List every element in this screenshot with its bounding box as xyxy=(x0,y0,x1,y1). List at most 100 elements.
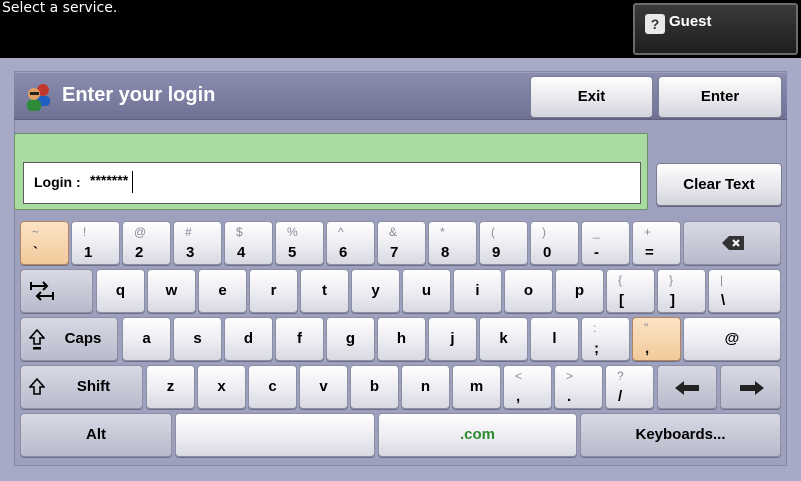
clear-text-button[interactable]: Clear Text xyxy=(656,163,782,206)
key-shift-char: } xyxy=(669,273,674,287)
key-7[interactable]: & 7 xyxy=(377,221,426,265)
key-r[interactable]: r xyxy=(249,269,298,313)
key-at[interactable]: @ xyxy=(683,317,781,361)
key-m[interactable]: m xyxy=(452,365,501,409)
caps-lock-icon xyxy=(29,329,45,350)
key-f[interactable]: f xyxy=(275,317,324,361)
key-b[interactable]: b xyxy=(350,365,399,409)
key-8[interactable]: * 8 xyxy=(428,221,477,265)
key-q[interactable]: q xyxy=(96,269,145,313)
key-left-bracket[interactable]: {[ xyxy=(606,269,655,313)
key-main-char: ; xyxy=(594,340,599,357)
key-main-char: 0 xyxy=(543,244,552,261)
key-9[interactable]: (9 xyxy=(479,221,528,265)
key-backslash[interactable]: | \ xyxy=(708,269,781,313)
key-shift-char: | xyxy=(720,273,724,287)
key-quote[interactable]: ", xyxy=(632,317,681,361)
key-0[interactable]: ) 0 xyxy=(530,221,579,265)
exit-button[interactable]: Exit xyxy=(530,76,653,118)
key-o[interactable]: o xyxy=(504,269,553,313)
key-label: p xyxy=(574,282,585,299)
key-slash[interactable]: ? / xyxy=(605,365,654,409)
key-s[interactable]: s xyxy=(173,317,222,361)
arrow-right-icon xyxy=(740,381,764,395)
key-a[interactable]: a xyxy=(122,317,171,361)
key-shift-char: $ xyxy=(236,225,243,239)
tab-key[interactable] xyxy=(20,269,93,313)
guest-label: Guest xyxy=(669,13,712,30)
key-v[interactable]: v xyxy=(299,365,348,409)
key-semicolon[interactable]: :; xyxy=(581,317,630,361)
key-label: b xyxy=(369,378,380,395)
key-5[interactable]: % 5 xyxy=(275,221,324,265)
key-equals[interactable]: + = xyxy=(632,221,681,265)
key-n[interactable]: n xyxy=(401,365,450,409)
key-p[interactable]: p xyxy=(555,269,604,313)
key-label: k xyxy=(499,330,508,347)
key-y[interactable]: y xyxy=(351,269,400,313)
arrow-left-icon xyxy=(675,381,699,395)
key-z[interactable]: z xyxy=(146,365,195,409)
key-main-char: \ xyxy=(721,292,726,309)
status-message: Select a service. xyxy=(2,0,118,16)
key-x[interactable]: x xyxy=(197,365,246,409)
caps-lock-key[interactable]: Caps xyxy=(20,317,118,361)
key-main-char: / xyxy=(618,388,623,405)
question-icon: ? xyxy=(645,14,665,34)
key-main-char: - xyxy=(594,244,599,261)
dot-com-key[interactable]: .com xyxy=(378,413,577,457)
alt-key[interactable]: Alt xyxy=(20,413,172,457)
key-1[interactable]: ! 1 xyxy=(71,221,120,265)
enter-button[interactable]: Enter xyxy=(658,76,782,118)
key-i[interactable]: i xyxy=(453,269,502,313)
key-label: i xyxy=(475,282,480,299)
tab-icon xyxy=(30,281,54,301)
key-main-char: ] xyxy=(670,292,675,309)
cursor-left-key[interactable] xyxy=(657,365,717,409)
key-c[interactable]: c xyxy=(248,365,297,409)
key-6[interactable]: ^ 6 xyxy=(326,221,375,265)
key-t[interactable]: t xyxy=(300,269,349,313)
login-area: Login : ******* xyxy=(14,133,648,210)
key-g[interactable]: g xyxy=(326,317,375,361)
key-shift-char: @ xyxy=(134,225,147,239)
shift-key[interactable]: Shift xyxy=(20,365,143,409)
login-value: ******* xyxy=(90,172,129,188)
key-label: h xyxy=(396,330,407,347)
key-period[interactable]: >. xyxy=(554,365,603,409)
key-3[interactable]: #3 xyxy=(173,221,222,265)
key-shift-char: > xyxy=(566,369,574,383)
guest-button[interactable]: ? Guest xyxy=(633,3,798,55)
users-icon xyxy=(27,84,50,111)
key-label: a xyxy=(142,330,151,347)
key-label: v xyxy=(319,378,328,395)
key-shift-char: _ xyxy=(593,225,600,239)
key-2[interactable]: @2 xyxy=(122,221,171,265)
key-u[interactable]: u xyxy=(402,269,451,313)
key-main-char: 3 xyxy=(186,244,195,261)
key-e[interactable]: e xyxy=(198,269,247,313)
key-main-char: 6 xyxy=(339,244,348,261)
key-4[interactable]: $4 xyxy=(224,221,273,265)
key-k[interactable]: k xyxy=(479,317,528,361)
key-shift-char: < xyxy=(515,369,523,383)
space-key[interactable] xyxy=(175,413,375,457)
caps-label: Caps xyxy=(64,330,102,347)
key-shift-char: ! xyxy=(83,225,87,239)
key-d[interactable]: d xyxy=(224,317,273,361)
key-minus[interactable]: _ - xyxy=(581,221,630,265)
key-shift-char: * xyxy=(440,225,445,239)
key-comma[interactable]: <, xyxy=(503,365,552,409)
key-w[interactable]: w xyxy=(147,269,196,313)
key-h[interactable]: h xyxy=(377,317,426,361)
page-title: Enter your login xyxy=(62,84,216,106)
shift-icon xyxy=(29,378,45,395)
backspace-key[interactable] xyxy=(683,221,781,265)
key-j[interactable]: j xyxy=(428,317,477,361)
key-l[interactable]: l xyxy=(530,317,579,361)
key-backtick[interactable]: ~ ` xyxy=(20,221,69,265)
key-right-bracket[interactable]: }] xyxy=(657,269,706,313)
cursor-right-key[interactable] xyxy=(720,365,781,409)
keyboards-button[interactable]: Keyboards... xyxy=(580,413,781,457)
login-input[interactable]: Login : ******* xyxy=(23,162,641,204)
